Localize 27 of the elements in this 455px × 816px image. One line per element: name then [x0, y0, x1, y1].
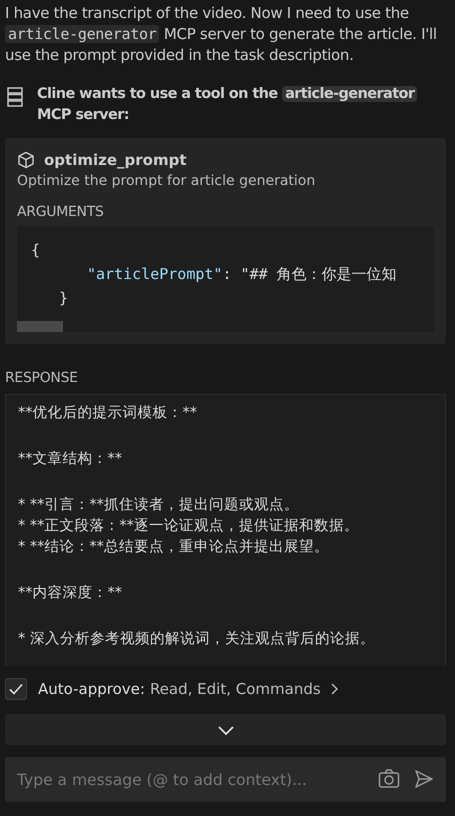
- chevron-down-icon: [216, 724, 234, 736]
- arguments-label: ARGUMENTS: [17, 204, 105, 220]
- response-line: * **正文段落：**逐一论证观点，提供证据和数据。: [18, 517, 360, 536]
- response-line: **内容深度：**: [18, 584, 123, 603]
- message-input[interactable]: Type a message (@ to add context)...: [5, 757, 446, 802]
- camera-icon[interactable]: [378, 769, 400, 789]
- response-line: **文章结构：**: [18, 450, 123, 469]
- response-line: * 深入分析参考视频的解说词，关注观点背后的论据。: [18, 630, 376, 649]
- scrollbar[interactable]: [17, 321, 63, 332]
- auto-approve-label: Auto-approve:: [38, 680, 145, 698]
- checkbox[interactable]: [5, 678, 27, 700]
- response-line: **优化后的提示词模板：**: [18, 404, 198, 423]
- code-line: }: [58, 288, 70, 309]
- response-line: * **结论：**总结要点，重申论点并提出展望。: [18, 538, 330, 557]
- code-line: "articlePrompt": "## 角色：你是一位知: [86, 264, 398, 285]
- code-line: {: [31, 240, 42, 261]
- message-text: I have the transcript of the video. Now I need to use the article-generator MCP server to generate the article. I'll use the prompt provided in the task description.: [5, 3, 438, 66]
- chevron-right-icon[interactable]: [330, 682, 340, 696]
- response-label: RESPONSE: [5, 370, 79, 386]
- response-line: * **引言：**抓住读者，提出问题或观点。: [18, 496, 300, 515]
- auto-approve-value[interactable]: Read, Edit, Commands: [150, 680, 321, 698]
- tool-request-text: Cline wants to use a tool on the article-generator MCP server:: [37, 84, 446, 126]
- send-icon[interactable]: [414, 769, 434, 789]
- tool-name: optimize_prompt: [44, 151, 187, 169]
- tool-description: Optimize the prompt for article generation: [17, 173, 316, 189]
- server-icon: [7, 87, 23, 107]
- cube-icon: [17, 151, 35, 169]
